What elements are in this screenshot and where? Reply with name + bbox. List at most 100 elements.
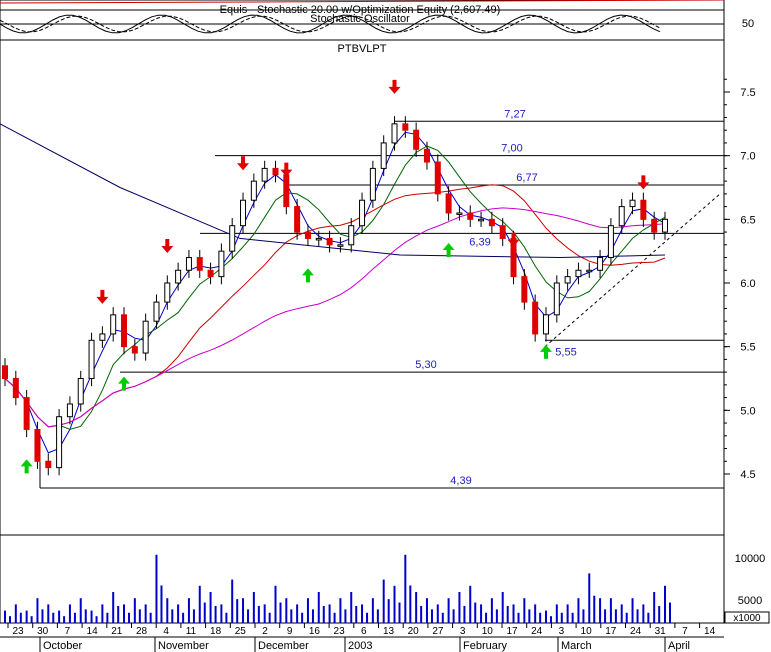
month-label: February: [463, 640, 508, 652]
candle-body: [597, 257, 604, 271]
x-tick-label: 14: [87, 626, 99, 637]
x-tick-label: 9: [287, 626, 293, 637]
x-tick-label: 31: [655, 626, 667, 637]
candle-body: [153, 301, 160, 322]
candle-body: [445, 193, 452, 214]
volume-tick-10000: 10000: [735, 553, 766, 565]
candle-body: [575, 269, 582, 278]
x-tick-label: 21: [111, 626, 123, 637]
x-tick-label: 11: [186, 626, 197, 637]
volume-unit-label: x1000: [733, 613, 761, 624]
chart-canvas: Equis - Stochastic 20.00 w/Optimization …: [0, 0, 770, 652]
x-tick-label: 7: [682, 626, 688, 637]
candle-body: [23, 397, 30, 430]
x-tick-label: 2: [262, 626, 268, 637]
symbol-label: PTBVLPT: [338, 43, 387, 55]
candle-body: [542, 314, 549, 335]
price-tick-label: 4.5: [740, 469, 755, 481]
x-tick-label: 20: [408, 626, 420, 637]
price-panel-frame: [0, 39, 725, 536]
candle-body: [662, 218, 668, 233]
candle-body: [207, 269, 214, 278]
candle-body: [261, 167, 268, 182]
candle-body: [121, 314, 128, 348]
stock-chart: Equis - Stochastic 20.00 w/Optimization …: [0, 0, 771, 652]
indicator-scale-label: 50: [742, 18, 754, 30]
x-tick-label: 7: [65, 626, 71, 637]
price-tick-label: 7.0: [740, 151, 755, 163]
candle-body: [326, 237, 333, 246]
candle-body: [348, 225, 355, 246]
level-label: 5,55: [555, 346, 576, 358]
candle-body: [423, 148, 430, 163]
candle-body: [240, 199, 247, 227]
x-tick-label: 27: [432, 626, 444, 637]
candle-body: [66, 403, 73, 418]
price-tick-label: 6.5: [740, 214, 755, 226]
candle-body: [359, 199, 366, 227]
candle-body: [229, 225, 236, 252]
x-tick-label: 3: [460, 626, 466, 637]
candle-body: [185, 257, 192, 271]
month-label: April: [668, 640, 690, 652]
candle-body: [250, 180, 257, 201]
candle-body: [467, 212, 474, 220]
candle-body: [640, 199, 647, 220]
candle-body: [272, 167, 279, 176]
x-tick-label: 14: [704, 626, 716, 637]
candle-body: [34, 428, 41, 462]
x-tick-label: 18: [210, 626, 222, 637]
candle-body: [651, 218, 658, 233]
candle-body: [294, 206, 301, 233]
price-tick-label: 5.0: [740, 405, 755, 417]
x-tick-label: 28: [136, 626, 148, 637]
candle-body: [283, 174, 290, 208]
candle-body: [402, 123, 409, 131]
candle-body: [12, 378, 19, 399]
x-tick-label: 24: [630, 626, 642, 637]
level-label: 6,39: [469, 236, 490, 248]
candle-body: [413, 129, 420, 150]
candle-body: [380, 142, 387, 169]
x-tick-label: 6: [361, 626, 367, 637]
candle-body: [131, 346, 138, 354]
month-label: November: [158, 640, 209, 652]
level-label: 6,77: [516, 172, 537, 184]
candle-body: [196, 257, 203, 271]
candle-body: [607, 225, 614, 259]
month-label: March: [561, 640, 592, 652]
x-tick-label: 23: [12, 626, 24, 637]
candle-body: [629, 199, 636, 208]
x-tick-label: 17: [506, 626, 518, 637]
x-tick-label: 10: [581, 626, 593, 637]
candle-body: [391, 123, 398, 144]
level-label: 7,00: [501, 143, 522, 155]
candle-body: [553, 282, 560, 316]
candle-body: [337, 244, 344, 247]
month-label: October: [43, 640, 82, 652]
candle-body: [110, 314, 117, 335]
x-tick-label: 17: [605, 626, 617, 637]
level-label: 7,27: [504, 108, 525, 120]
level-label: 4,39: [450, 475, 471, 487]
volume-tick-5000: 5000: [738, 595, 762, 607]
candle-body: [56, 416, 63, 469]
x-tick-label: 16: [309, 626, 321, 637]
candle-body: [521, 276, 528, 303]
candle-body: [499, 225, 506, 239]
candle-body: [478, 218, 485, 222]
candle-body: [434, 161, 441, 195]
x-tick-label: 13: [383, 626, 395, 637]
candle-body: [532, 301, 539, 335]
level-label: 5,30: [415, 359, 436, 371]
candle-body: [618, 206, 625, 227]
candle-body: [586, 269, 593, 273]
month-label: 2003: [348, 640, 372, 652]
x-tick-label: 23: [334, 626, 346, 637]
candle-body: [488, 218, 495, 227]
price-tick-label: 6.0: [740, 278, 755, 290]
price-tick-label: 5.5: [740, 342, 755, 354]
candle-body: [77, 378, 84, 405]
candle-body: [99, 333, 106, 341]
candle-body: [2, 365, 8, 379]
